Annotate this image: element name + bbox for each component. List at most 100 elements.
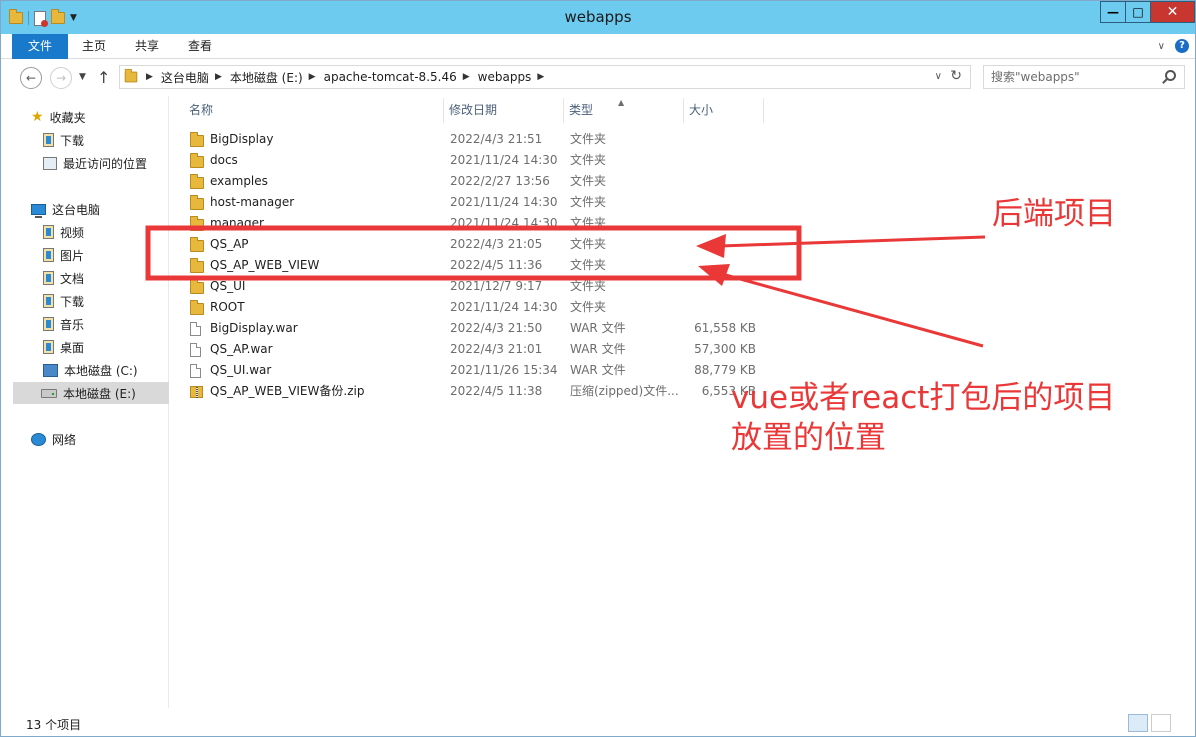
file-date: 2022/4/5 11:38 xyxy=(450,384,543,398)
table-row[interactable]: BigDisplay.war 2022/4/3 21:50 WAR 文件 61,558… xyxy=(184,318,764,339)
drive-icon xyxy=(41,388,57,398)
help-icon[interactable]: ? xyxy=(1175,39,1189,53)
sort-ascending-icon: ▲ xyxy=(618,98,625,107)
file-date: 2022/4/5 11:36 xyxy=(450,258,543,272)
folder-icon-glyph xyxy=(190,300,204,315)
column-type[interactable]: ▲ 类型 xyxy=(564,98,684,123)
nav-label: 桌面 xyxy=(60,340,85,355)
file-name: QS_AP_WEB_VIEW xyxy=(210,258,320,272)
column-size-label: 大小 xyxy=(689,103,714,117)
table-row[interactable]: QS_AP_WEB_VIEW备份.zip 2022/4/5 11:38 压缩(zip… xyxy=(184,381,764,402)
file-type: 压缩(zipped)文件... xyxy=(570,384,679,398)
table-row[interactable]: QS_AP.war 2022/4/3 21:01 WAR 文件 57,300 KB xyxy=(184,339,764,360)
file-name: examples xyxy=(210,174,268,188)
maximize-button[interactable]: □ xyxy=(1125,1,1151,23)
nav-label: 视频 xyxy=(60,225,85,240)
column-name-label: 名称 xyxy=(189,103,214,117)
table-row[interactable]: QS_UI.war 2021/11/26 15:34 WAR 文件 88,779 KB xyxy=(184,360,764,381)
nav-documents[interactable]: 文档 xyxy=(43,267,84,289)
folder-icon-glyph xyxy=(190,216,204,231)
file-date: 2022/4/3 21:51 xyxy=(450,132,543,146)
refresh-icon[interactable]: ↻ xyxy=(950,68,962,84)
column-date[interactable]: 修改日期 xyxy=(444,98,564,123)
back-button[interactable]: ← xyxy=(20,67,42,89)
large-icons-view-icon[interactable] xyxy=(1151,714,1171,732)
nav-videos[interactable]: 视频 xyxy=(43,221,84,243)
tab-home[interactable]: 主页 xyxy=(71,34,117,59)
minimize-button[interactable]: — xyxy=(1100,1,1126,23)
search-input[interactable] xyxy=(984,66,1154,88)
table-row[interactable]: examples 2022/2/27 13:56 文件夹 xyxy=(184,171,764,192)
file-type: 文件夹 xyxy=(570,195,607,209)
file-type: 文件夹 xyxy=(570,132,607,146)
column-type-label: 类型 xyxy=(569,103,594,117)
address-dropdown-icon[interactable]: ∨ xyxy=(935,71,942,82)
table-row[interactable]: host-manager 2021/11/24 14:30 文件夹 xyxy=(184,192,764,213)
expand-ribbon-icon[interactable]: ∨ xyxy=(1158,41,1165,52)
nav-label: 本地磁盘 (E:) xyxy=(63,386,136,401)
file-icon xyxy=(190,364,201,378)
nav-label: 这台电脑 xyxy=(52,202,101,217)
file-size xyxy=(690,297,756,318)
details-view-icon[interactable] xyxy=(1128,714,1148,732)
file-date: 2022/4/3 21:50 xyxy=(450,321,543,335)
table-row[interactable]: ROOT 2021/11/24 14:30 文件夹 xyxy=(184,297,764,318)
nav-drive-e[interactable]: 本地磁盘 (E:) xyxy=(13,382,169,404)
file-size: 57,300 KB xyxy=(694,342,756,356)
file-date: 2021/11/24 14:30 xyxy=(450,300,558,314)
table-row[interactable]: docs 2021/11/24 14:30 文件夹 xyxy=(184,150,764,171)
file-icon xyxy=(190,343,201,357)
zip-icon-glyph xyxy=(190,386,203,398)
nav-downloads[interactable]: 下载 xyxy=(43,290,84,312)
nav-label: 下载 xyxy=(60,294,85,309)
up-icon[interactable]: ↑ xyxy=(97,68,110,87)
recent-locations-icon[interactable]: ▼ xyxy=(79,72,86,82)
annotation-frontend-line-1: vue或者react打包后的项目 xyxy=(731,380,1116,416)
file-size xyxy=(690,255,756,276)
file-name: BigDisplay.war xyxy=(210,321,298,335)
tab-view[interactable]: 查看 xyxy=(177,34,223,59)
table-row[interactable]: QS_AP_WEB_VIEW 2022/4/5 11:36 文件夹 xyxy=(184,255,764,276)
tab-file[interactable]: 文件 xyxy=(12,34,68,59)
file-type: WAR 文件 xyxy=(570,342,626,356)
nav-label: 音乐 xyxy=(60,317,85,332)
forward-button[interactable]: → xyxy=(50,67,72,89)
chevron-right-icon[interactable]: ▶ xyxy=(463,72,470,82)
nav-network[interactable]: 网络 xyxy=(31,428,76,450)
breadcrumb-this-pc[interactable]: 这台电脑 xyxy=(161,69,209,86)
table-row[interactable]: QS_AP 2022/4/3 21:05 文件夹 xyxy=(184,234,764,255)
chevron-right-icon[interactable]: ▶ xyxy=(146,72,153,82)
folder-icon xyxy=(190,237,204,252)
chevron-right-icon[interactable]: ▶ xyxy=(309,72,316,82)
annotation-frontend-line-2: 放置的位置 xyxy=(731,420,886,457)
chevron-right-icon[interactable]: ▶ xyxy=(215,72,222,82)
folder-icon xyxy=(190,195,204,210)
close-button[interactable]: ✕ xyxy=(1150,1,1195,23)
table-row[interactable]: BigDisplay 2022/4/3 21:51 文件夹 xyxy=(184,129,764,150)
file-size xyxy=(690,213,756,234)
nav-downloads-fav[interactable]: 下载 xyxy=(43,129,84,151)
breadcrumb-webapps[interactable]: webapps xyxy=(478,70,532,84)
column-name[interactable]: 名称 xyxy=(184,98,444,123)
file-size xyxy=(690,129,756,150)
table-row[interactable]: manager 2021/11/24 14:30 文件夹 xyxy=(184,213,764,234)
tab-share[interactable]: 共享 xyxy=(123,34,171,59)
nav-music[interactable]: 音乐 xyxy=(43,313,84,335)
search-icon[interactable] xyxy=(1165,70,1176,81)
chevron-right-icon[interactable]: ▶ xyxy=(537,72,544,82)
nav-favorites[interactable]: ★ 收藏夹 xyxy=(31,106,86,128)
nav-this-pc[interactable]: 这台电脑 xyxy=(31,198,100,220)
nav-desktop[interactable]: 桌面 xyxy=(43,336,84,358)
nav-drive-c[interactable]: 本地磁盘 (C:) xyxy=(43,359,138,381)
item-count: 13 个项目 xyxy=(26,718,82,732)
nav-recent-places[interactable]: 最近访问的位置 xyxy=(43,152,147,174)
address-bar[interactable]: ▶ 这台电脑 ▶ 本地磁盘 (E:) ▶ apache-tomcat-8.5.4… xyxy=(119,65,971,89)
file-date: 2022/2/27 13:56 xyxy=(450,174,550,188)
breadcrumb-tomcat[interactable]: apache-tomcat-8.5.46 xyxy=(324,70,457,84)
breadcrumb-drive-e[interactable]: 本地磁盘 (E:) xyxy=(230,69,303,86)
folder-icon xyxy=(124,68,138,83)
nav-pictures[interactable]: 图片 xyxy=(43,244,84,266)
table-row[interactable]: QS_UI 2021/12/7 9:17 文件夹 xyxy=(184,276,764,297)
column-size[interactable]: 大小 xyxy=(684,98,764,123)
pictures-icon xyxy=(43,248,54,262)
